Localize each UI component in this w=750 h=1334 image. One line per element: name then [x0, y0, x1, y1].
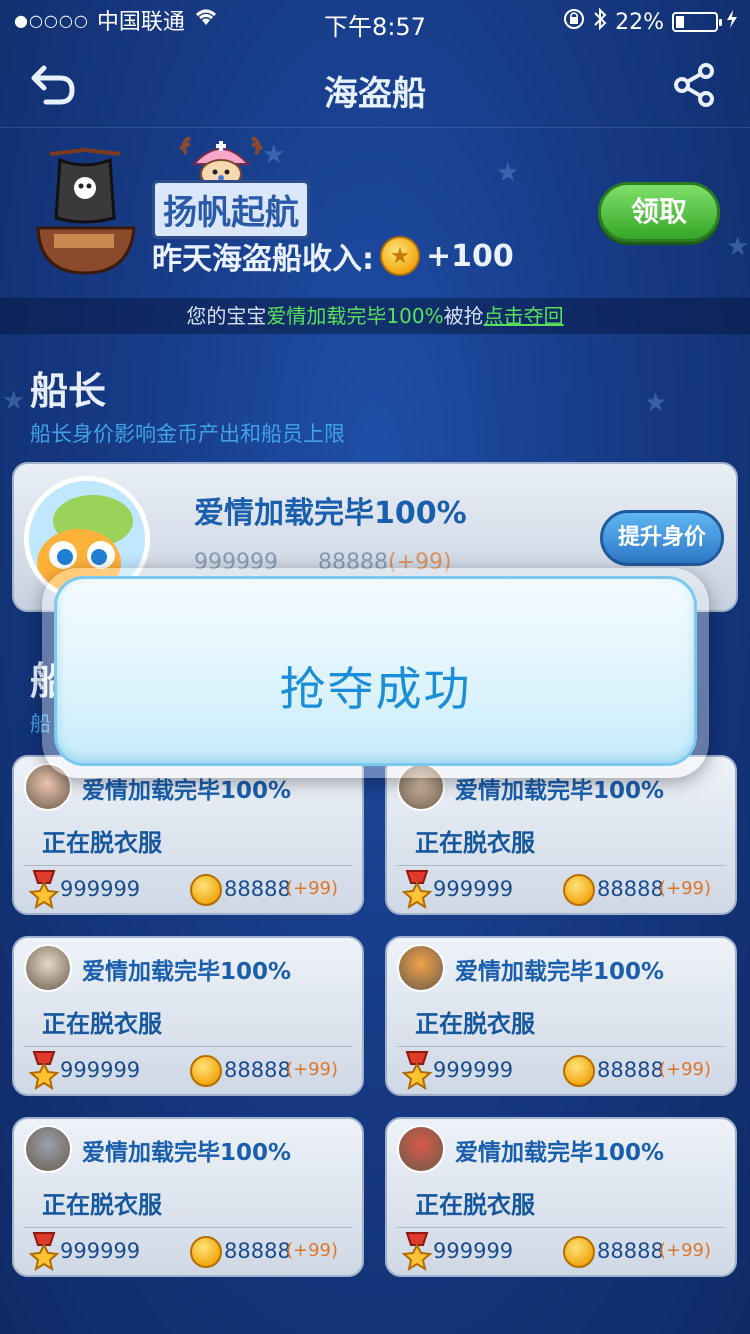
crew-bonus: (+99)	[286, 1059, 339, 1080]
crew-divider	[24, 1046, 352, 1047]
crew-card[interactable]: 爱情加载完毕100% 正在脱衣服 999999 88888 (+99)	[385, 936, 737, 1096]
star-decoration: ★	[644, 388, 668, 418]
star-decoration: ★	[2, 386, 26, 416]
captain-section-subtitle: 船长身价影响金币产出和船员上限	[30, 422, 345, 446]
income-value: +100	[426, 238, 514, 274]
crew-status: 正在脱衣服	[42, 1010, 162, 1038]
crew-name: 爱情加载完毕100%	[82, 959, 292, 985]
crew-bonus: (+99)	[659, 1059, 712, 1080]
crew-divider	[397, 1227, 725, 1228]
toast-panel: 抢夺成功	[54, 576, 697, 766]
rank-medal-icon	[28, 1050, 60, 1091]
share-icon	[674, 63, 714, 107]
crew-divider	[24, 865, 352, 866]
rank-medal-icon	[401, 869, 433, 910]
income-label: 昨天海盗船收入:	[152, 242, 374, 277]
toast-message: 抢夺成功	[279, 662, 472, 716]
crew-status: 正在脱衣服	[42, 1191, 162, 1219]
gold-coin-icon	[190, 1236, 222, 1268]
crew-gold: 88888	[597, 877, 664, 901]
toast-modal: 抢夺成功	[42, 568, 709, 778]
sail-title-logo: 扬帆起航	[152, 180, 310, 239]
crew-bonus: (+99)	[659, 878, 712, 899]
crew-name: 爱情加载完毕100%	[455, 1140, 665, 1166]
notice-prefix: 您的宝宝	[186, 304, 267, 328]
crew-divider	[397, 1046, 725, 1047]
captain-name: 爱情加载完毕100%	[194, 496, 467, 531]
crew-gold: 88888	[224, 1239, 291, 1263]
crew-status: 正在脱衣服	[415, 1010, 535, 1038]
crew-card[interactable]: 爱情加载完毕100% 正在脱衣服 999999 88888 (+99)	[385, 1117, 737, 1277]
reclaim-link[interactable]: 点击夺回	[484, 304, 564, 328]
rank-medal-icon	[401, 1050, 433, 1091]
crew-gold: 88888	[224, 1058, 291, 1082]
income-banner: 扬帆起航 昨天海盗船收入: ★ +100 领取	[0, 128, 750, 298]
crew-status: 正在脱衣服	[415, 1191, 535, 1219]
battery-percent: 22%	[615, 9, 664, 35]
crew-rank: 999999	[60, 1058, 141, 1082]
rank-medal-icon	[401, 1231, 433, 1272]
rotation-lock-icon	[563, 8, 585, 36]
crew-card[interactable]: 爱情加载完毕100% 正在脱衣服 999999 88888 (+99)	[12, 1117, 364, 1277]
rank-medal-icon	[28, 869, 60, 910]
crew-rank: 999999	[60, 1239, 141, 1263]
crew-gold: 88888	[597, 1239, 664, 1263]
crew-avatar	[397, 944, 445, 992]
crew-avatar	[24, 1125, 72, 1173]
crew-bonus: (+99)	[286, 1240, 339, 1261]
raise-value-button[interactable]: 提升身价	[600, 510, 724, 566]
crew-avatar	[397, 1125, 445, 1173]
status-bar: ●○○○○ 中国联通 下午8:57 22%	[0, 0, 750, 41]
captain-section-title: 船长	[30, 369, 107, 413]
pirate-ship-icon	[30, 147, 140, 278]
page-title: 海盗船	[324, 74, 426, 114]
crew-bonus: (+99)	[659, 1240, 712, 1261]
crew-rank: 999999	[433, 877, 514, 901]
gold-coin-icon	[190, 874, 222, 906]
crew-card[interactable]: 爱情加载完毕100% 正在脱衣服 999999 88888 (+99)	[385, 755, 737, 915]
nav-bar: 海盗船	[0, 40, 750, 128]
crew-rank: 999999	[433, 1239, 514, 1263]
crew-name: 爱情加载完毕100%	[82, 1140, 292, 1166]
crew-rank: 999999	[433, 1058, 514, 1082]
rank-medal-icon	[28, 1231, 60, 1272]
charging-icon	[726, 9, 738, 35]
notice-baby-name: 爱情加载完毕100%	[266, 304, 444, 328]
gold-coin-icon	[190, 1055, 222, 1087]
gold-coin-icon	[563, 1236, 595, 1268]
bluetooth-icon	[593, 7, 607, 37]
gold-coin-icon	[563, 874, 595, 906]
robbery-notice: 您的宝宝爱情加载完毕100%被抢点击夺回	[0, 298, 750, 334]
crew-name: 爱情加载完毕100%	[455, 959, 665, 985]
crew-status: 正在脱衣服	[415, 829, 535, 857]
crew-divider	[397, 865, 725, 866]
crew-avatar	[24, 944, 72, 992]
crew-gold: 88888	[224, 877, 291, 901]
crew-card[interactable]: 爱情加载完毕100% 正在脱衣服 999999 88888 (+99)	[12, 936, 364, 1096]
gold-coin-icon: ★	[380, 236, 420, 276]
income-line: 昨天海盗船收入: ★ +100	[152, 234, 514, 278]
crew-divider	[24, 1227, 352, 1228]
crew-rank: 999999	[60, 877, 141, 901]
gold-coin-icon	[563, 1055, 595, 1087]
notice-middle: 被抢	[443, 304, 484, 328]
crew-status: 正在脱衣服	[42, 829, 162, 857]
battery-icon	[672, 12, 722, 32]
claim-button[interactable]: 领取	[598, 182, 720, 242]
crew-bonus: (+99)	[286, 878, 339, 899]
crew-gold: 88888	[597, 1058, 664, 1082]
crew-card[interactable]: 爱情加载完毕100% 正在脱衣服 999999 88888 (+99)	[12, 755, 364, 915]
share-button[interactable]	[672, 62, 718, 108]
